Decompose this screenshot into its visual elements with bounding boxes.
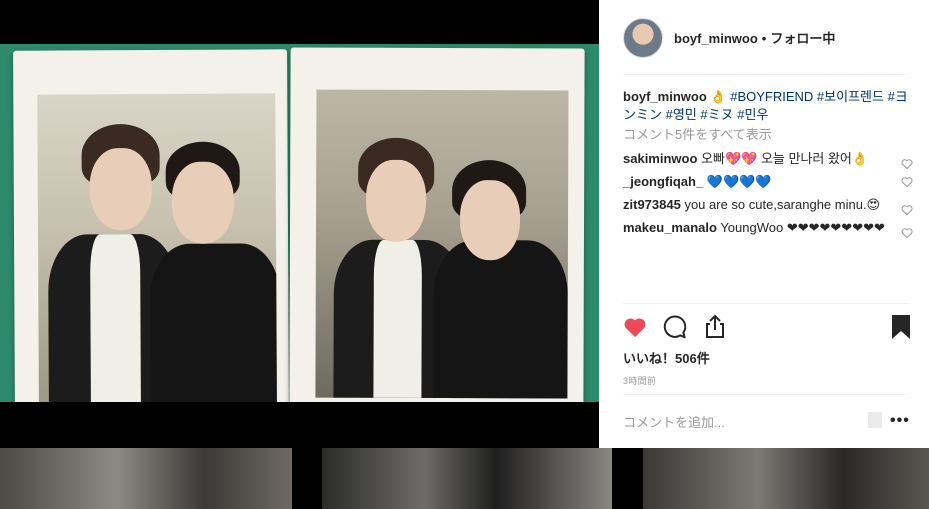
person-left-sweater: [373, 239, 422, 399]
comment-item: makeu_manalo YoungWoo ❤❤❤❤❤❤❤❤❤: [623, 219, 913, 239]
polaroid-right-image: [315, 89, 569, 399]
related-post-thumbnail[interactable]: [0, 448, 292, 509]
person-right-coat: [150, 243, 277, 402]
share-icon[interactable]: [701, 313, 729, 341]
person-left-face: [365, 159, 427, 242]
emoji-box-icon: [868, 412, 882, 428]
caption-emoji: 👌: [710, 89, 727, 104]
comment-username[interactable]: _jeongfiqah_: [623, 174, 703, 189]
post-photo[interactable]: [0, 44, 599, 402]
comment-item: _jeongfiqah_ 💙💙💙💙: [623, 173, 913, 190]
polaroid-right: [289, 47, 585, 402]
caption-username[interactable]: boyf_minwoo: [623, 89, 707, 104]
more-options-button[interactable]: •••: [890, 412, 910, 430]
avatar[interactable]: [623, 17, 663, 58]
comment-item: zit973845 you are so cute,saranghe minu.…: [623, 196, 913, 216]
instagram-post-viewer: boyf_minwoo • フォロー中 boyf_minwoo 👌 #BOYFRIE…: [0, 0, 929, 509]
add-comment-input[interactable]: コメントを追加...: [623, 412, 725, 431]
comment-username[interactable]: sakiminwoo: [623, 151, 697, 166]
header-separator: •: [761, 31, 767, 46]
header-username[interactable]: boyf_minwoo: [674, 31, 758, 46]
heart-outline-icon[interactable]: [901, 227, 913, 239]
bookmark-filled-icon[interactable]: [887, 313, 915, 341]
hashtag[interactable]: #BOYFRIEND: [730, 89, 813, 104]
post-caption: boyf_minwoo 👌 #BOYFRIEND #보이프렌드 #ヨンミン #영…: [623, 88, 913, 124]
comment-text: 💙💙💙💙: [706, 174, 772, 189]
related-post-thumbnail[interactable]: [322, 448, 612, 509]
action-bar: [621, 313, 911, 341]
header-divider: [623, 74, 909, 75]
post-timestamp: 3時間前: [623, 376, 657, 386]
polaroid-left-image: [37, 93, 277, 402]
comment-username[interactable]: makeu_manalo: [623, 220, 717, 235]
person-right-face: [171, 161, 235, 244]
hashtag[interactable]: #민우: [737, 107, 768, 122]
post-header: boyf_minwoo • フォロー中: [599, 0, 929, 75]
hashtag[interactable]: #보이프렌드: [817, 89, 884, 104]
heart-outline-icon[interactable]: [901, 158, 913, 170]
polaroid-left: [13, 49, 289, 402]
comments-section: boyf_minwoo 👌 #BOYFRIEND #보이프렌드 #ヨンミン #영…: [623, 88, 913, 239]
related-posts-strip: [0, 448, 929, 509]
heart-outline-icon[interactable]: [901, 204, 913, 216]
view-all-comments-link[interactable]: コメント5件をすべて表示: [623, 126, 913, 144]
post-side-panel: boyf_minwoo • フォロー中 boyf_minwoo 👌 #BOYFRIE…: [599, 0, 929, 448]
actions-divider: [623, 303, 909, 304]
person-left-sweater: [90, 234, 142, 402]
hashtag[interactable]: #영민: [666, 107, 697, 122]
person-right-face: [459, 180, 521, 261]
person-right-coat: [433, 239, 568, 399]
follow-status-button[interactable]: フォロー中: [770, 31, 835, 46]
heart-outline-icon[interactable]: [901, 176, 913, 188]
comment-bubble-icon[interactable]: [661, 313, 689, 341]
likes-count[interactable]: いいね！506件: [623, 348, 710, 367]
comment-text: 오빠💖💖 오늘 만나러 왔어👌: [701, 151, 869, 166]
add-comment-divider: [623, 394, 909, 395]
post-media-area: [0, 0, 599, 448]
person-left-face: [89, 147, 152, 231]
header-user-info: boyf_minwoo • フォロー中: [674, 28, 835, 47]
related-post-thumbnail[interactable]: [643, 448, 929, 509]
comment-item: sakiminwoo 오빠💖💖 오늘 만나러 왔어👌: [623, 150, 913, 170]
comment-username[interactable]: zit973845: [623, 197, 681, 212]
heart-filled-icon[interactable]: [621, 313, 649, 341]
hashtag[interactable]: #ミヌ: [700, 107, 733, 122]
comment-text: you are so cute,saranghe minu.😍: [684, 197, 881, 212]
comment-text: YoungWoo ❤❤❤❤❤❤❤❤❤: [720, 220, 885, 235]
